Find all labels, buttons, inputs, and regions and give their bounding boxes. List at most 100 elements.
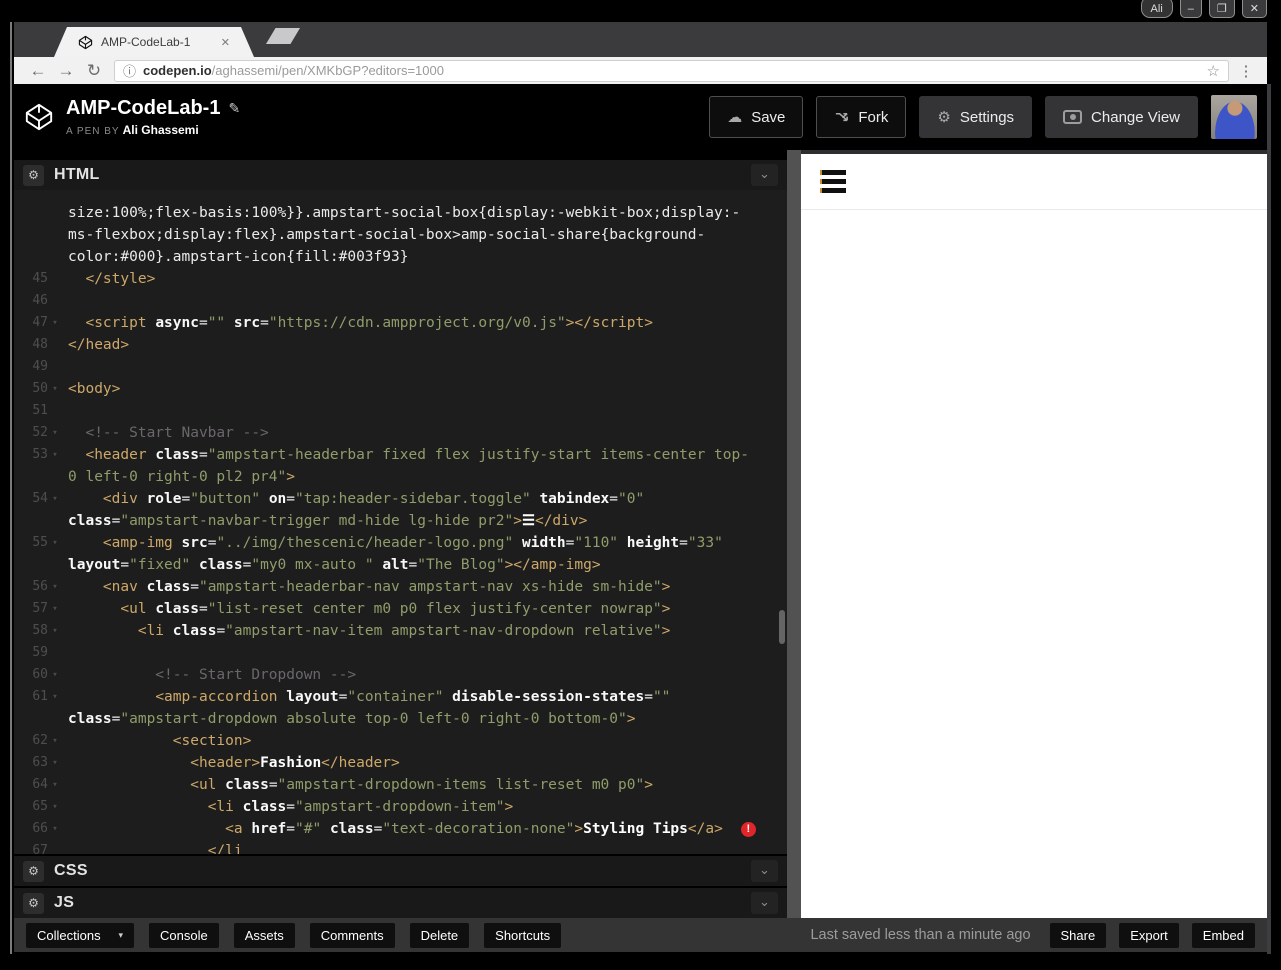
settings-button[interactable]: ⚙ Settings	[919, 96, 1033, 138]
code-line[interactable]: 55 ▾ <amp-img src="../img/thescenic/heade…	[14, 532, 787, 554]
browser-menu-icon[interactable]: ⋮	[1235, 62, 1257, 80]
shortcuts-button[interactable]: Shortcuts	[484, 922, 562, 948]
embed-button[interactable]: Embed	[1191, 922, 1255, 948]
fold-arrow-icon	[48, 642, 62, 664]
code-line[interactable]: 47 ▾ <script async="" src="https://cdn.am…	[14, 312, 787, 334]
code-line[interactable]: 62 ▾ <section>	[14, 730, 787, 752]
new-tab-button[interactable]	[266, 28, 300, 44]
code-line[interactable]: 59	[14, 642, 787, 664]
js-panel-header[interactable]: ⚙ JS ⌄	[14, 888, 787, 918]
code-line[interactable]: 61 ▾ <amp-accordion layout="container" di…	[14, 686, 787, 708]
html-code-editor[interactable]: size:100%;flex-basis:100%}}.ampstart-soc…	[14, 190, 787, 854]
maximize-button[interactable]: ❐	[1208, 0, 1235, 18]
code-line[interactable]: color:#000}.ampstart-icon{fill:#003f93}	[14, 246, 787, 268]
share-button[interactable]: Share	[1049, 922, 1107, 948]
fold-arrow-icon[interactable]: ▾	[48, 752, 62, 774]
fold-arrow-icon[interactable]: ▾	[48, 532, 62, 554]
tab-close-icon[interactable]: ✕	[221, 36, 230, 49]
code-line[interactable]: 51	[14, 400, 787, 422]
html-panel-header[interactable]: ⚙ HTML ⌄	[14, 160, 787, 190]
css-collapse-chevron-icon[interactable]: ⌄	[751, 860, 778, 882]
code-line[interactable]: size:100%;flex-basis:100%}}.ampstart-soc…	[14, 202, 787, 224]
forward-icon[interactable]: →	[52, 61, 80, 81]
collections-dropdown[interactable]: Collections ▾	[26, 922, 134, 948]
code-line[interactable]: 60 ▾ <!-- Start Dropdown -->	[14, 664, 787, 686]
js-settings-gear-icon[interactable]: ⚙	[23, 892, 44, 914]
fold-arrow-icon[interactable]: ▾	[48, 620, 62, 642]
css-panel-header[interactable]: ⚙ CSS ⌄	[14, 856, 787, 886]
html-collapse-chevron-icon[interactable]: ⌄	[751, 164, 778, 186]
edit-pencil-icon[interactable]: ✎	[228, 100, 240, 117]
reload-icon[interactable]: ↻	[80, 61, 108, 81]
url-bar[interactable]: ⓘ codepen.io/aghassemi/pen/XMKbGP?editor…	[114, 59, 1229, 82]
code-line[interactable]: 63 ▾ <header>Fashion</header>	[14, 752, 787, 774]
avatar[interactable]	[1211, 95, 1257, 139]
fold-arrow-icon[interactable]: ▾	[48, 576, 62, 598]
browser-tab[interactable]: AMP-CodeLab-1 ✕	[54, 27, 254, 57]
os-titlebar: Ali – ❐ ✕	[0, 0, 1281, 22]
line-text: <header class="ampstart-headerbar fixed …	[85, 447, 749, 463]
fold-arrow-icon[interactable]: ▾	[48, 598, 62, 620]
change-view-button[interactable]: Change View	[1045, 96, 1198, 138]
pane-resize-handle[interactable]	[787, 150, 801, 918]
fold-arrow-icon	[48, 708, 62, 730]
line-number: 56	[32, 579, 48, 594]
fold-arrow-icon[interactable]: ▾	[48, 444, 62, 466]
fold-arrow-icon[interactable]: ▾	[48, 422, 62, 444]
code-line[interactable]: ms-flexbox;display:flex}.ampstart-social…	[14, 224, 787, 246]
code-line[interactable]: 54 ▾ <div role="button" on="tap:header-si…	[14, 488, 787, 510]
fold-arrow-icon[interactable]: ▾	[48, 378, 62, 400]
fold-arrow-icon[interactable]: ▾	[48, 686, 62, 708]
error-badge[interactable]: !	[740, 821, 756, 837]
fold-arrow-icon[interactable]: ▾	[48, 818, 62, 840]
fold-arrow-icon[interactable]: ▾	[48, 312, 62, 334]
code-line[interactable]: 66 ▾ <a href="#" class="text-decoration-n…	[14, 818, 787, 840]
export-button[interactable]: Export	[1119, 922, 1179, 948]
bookmark-star-icon[interactable]: ☆	[1207, 62, 1220, 80]
code-line[interactable]: 64 ▾ <ul class="ampstart-dropdown-items l…	[14, 774, 787, 796]
css-settings-gear-icon[interactable]: ⚙	[23, 860, 44, 882]
line-text: </li	[207, 843, 243, 854]
code-line[interactable]: 58 ▾ <li class="ampstart-nav-item ampstar…	[14, 620, 787, 642]
editor-scrollbar-thumb[interactable]	[779, 610, 785, 644]
code-line[interactable]: 65 ▾ <li class="ampstart-dropdown-item">	[14, 796, 787, 818]
cloud-icon: ☁	[727, 108, 743, 126]
back-icon[interactable]: ←	[24, 61, 52, 81]
html-settings-gear-icon[interactable]: ⚙	[23, 164, 44, 186]
fork-button[interactable]: Fork	[816, 96, 907, 138]
code-line[interactable]: 48 </head>	[14, 334, 787, 356]
code-line[interactable]: 52 ▾ <!-- Start Navbar -->	[14, 422, 787, 444]
code-line[interactable]: 45 </style>	[14, 268, 787, 290]
code-line[interactable]: 50 ▾ <body>	[14, 378, 787, 400]
minimize-button[interactable]: –	[1179, 0, 1202, 18]
os-user-menu[interactable]: Ali	[1140, 0, 1173, 18]
author-link[interactable]: Ali Ghassemi	[123, 123, 199, 137]
delete-button[interactable]: Delete	[409, 922, 470, 948]
code-line[interactable]: class="ampstart-dropdown absolute top-0 …	[14, 708, 787, 730]
fold-arrow-icon[interactable]: ▾	[48, 664, 62, 686]
code-line[interactable]: 53 ▾ <header class="ampstart-headerbar fi…	[14, 444, 787, 466]
fold-arrow-icon[interactable]: ▾	[48, 774, 62, 796]
code-line[interactable]: class="ampstart-navbar-trigger md-hide l…	[14, 510, 787, 532]
hamburger-menu-icon[interactable]	[820, 166, 846, 197]
code-line[interactable]: 0 left-0 right-0 pl2 pr4">	[14, 466, 787, 488]
console-button[interactable]: Console	[149, 922, 219, 948]
fold-arrow-icon[interactable]: ▾	[48, 796, 62, 818]
line-number: 59	[32, 645, 48, 660]
code-line[interactable]: 49	[14, 356, 787, 378]
code-line[interactable]: 46	[14, 290, 787, 312]
code-line[interactable]: layout="fixed" class="my0 mx-auto " alt=…	[14, 554, 787, 576]
fold-arrow-icon[interactable]: ▾	[48, 488, 62, 510]
assets-button[interactable]: Assets	[233, 922, 295, 948]
code-line[interactable]: 56 ▾ <nav class="ampstart-headerbar-nav a…	[14, 576, 787, 598]
fold-arrow-icon[interactable]: ▾	[48, 730, 62, 752]
code-line[interactable]: 67 </li	[14, 840, 787, 854]
page-info-icon[interactable]: ⓘ	[123, 61, 136, 80]
code-line[interactable]: 57 ▾ <ul class="list-reset center m0 p0 f…	[14, 598, 787, 620]
save-button[interactable]: ☁ Save	[709, 96, 804, 138]
code-lines: size:100%;flex-basis:100%}}.ampstart-soc…	[14, 202, 787, 854]
close-window-button[interactable]: ✕	[1241, 0, 1267, 18]
js-collapse-chevron-icon[interactable]: ⌄	[751, 892, 778, 914]
comments-button[interactable]: Comments	[309, 922, 395, 948]
line-text: <ul class="ampstart-dropdown-items list-…	[190, 777, 653, 793]
